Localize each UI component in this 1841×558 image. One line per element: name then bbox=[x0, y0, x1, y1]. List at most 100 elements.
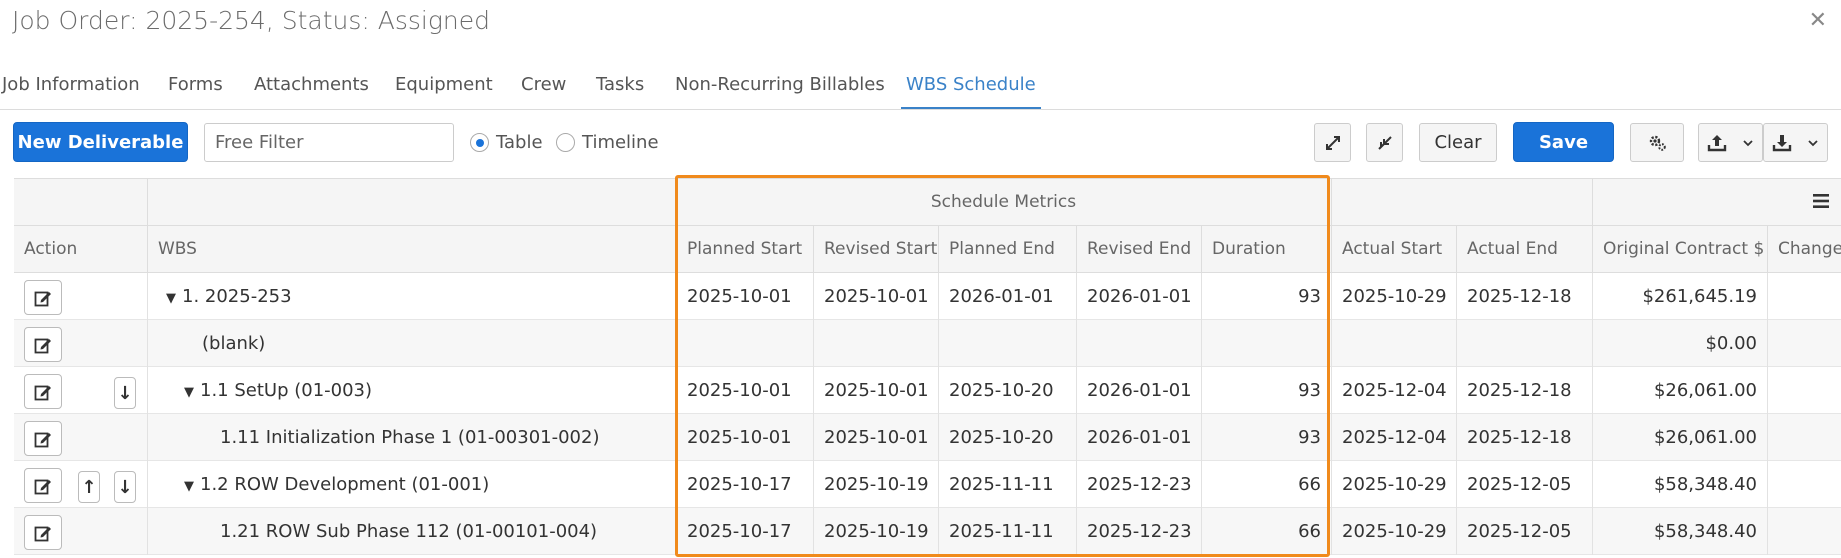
duration-cell: 93 bbox=[1201, 414, 1331, 461]
expand-all-button[interactable] bbox=[1314, 123, 1351, 162]
contract-cell: $58,348.40 bbox=[1592, 461, 1767, 508]
toolbar: New Deliverable Table Timeline Clear Sav… bbox=[0, 122, 1841, 166]
column-header-row: Action WBS Planned Start Revised Start P… bbox=[14, 226, 1841, 273]
actual-end-cell: 2025-12-05 bbox=[1456, 508, 1592, 555]
planned-end-cell: 2025-11-11 bbox=[938, 461, 1076, 508]
table-row: ↑ ↓ ▼ 1.2 ROW Development (01-001) 2025-1… bbox=[14, 461, 1841, 508]
column-header-wbs[interactable]: WBS bbox=[147, 226, 676, 273]
column-header-actual-start[interactable]: Actual Start bbox=[1331, 226, 1456, 273]
changes-cell bbox=[1767, 320, 1841, 367]
save-button[interactable]: Save bbox=[1513, 122, 1614, 162]
wbs-name: (blank) bbox=[147, 320, 676, 367]
column-header-original-contract[interactable]: Original Contract $ bbox=[1592, 226, 1767, 273]
download-icon bbox=[1772, 134, 1791, 151]
collapse-icon bbox=[1377, 135, 1392, 150]
column-header-action[interactable]: Action bbox=[14, 226, 147, 273]
revised-start-cell: 2025-10-19 bbox=[813, 461, 938, 508]
column-header-planned-end[interactable]: Planned End bbox=[938, 226, 1076, 273]
contract-cell: $261,645.19 bbox=[1592, 273, 1767, 320]
download-menu-button[interactable] bbox=[1763, 123, 1828, 162]
changes-cell bbox=[1767, 367, 1841, 414]
changes-cell bbox=[1767, 414, 1841, 461]
contract-cell: $26,061.00 bbox=[1592, 414, 1767, 461]
planned-end-cell bbox=[938, 320, 1076, 367]
planned-end-cell: 2025-11-11 bbox=[938, 508, 1076, 555]
planned-end-cell: 2025-10-20 bbox=[938, 414, 1076, 461]
changes-cell bbox=[1767, 273, 1841, 320]
tab-forms[interactable]: Forms bbox=[168, 68, 223, 109]
edit-button[interactable] bbox=[24, 374, 62, 409]
edit-icon bbox=[34, 432, 51, 447]
edit-button[interactable] bbox=[24, 327, 62, 362]
actual-start-cell: 2025-12-04 bbox=[1331, 367, 1456, 414]
actual-end-cell: 2025-12-18 bbox=[1456, 414, 1592, 461]
contract-cell: $58,348.40 bbox=[1592, 508, 1767, 555]
revised-start-cell: 2025-10-01 bbox=[813, 273, 938, 320]
chevron-down-icon bbox=[1808, 139, 1818, 146]
edit-button[interactable] bbox=[24, 280, 62, 315]
revised-end-cell: 2025-12-23 bbox=[1076, 508, 1201, 555]
tab-tasks[interactable]: Tasks bbox=[596, 68, 644, 109]
table-row: 1.21 ROW Sub Phase 112 (01-00101-004) 20… bbox=[14, 508, 1841, 555]
actual-start-cell: 2025-10-29 bbox=[1331, 273, 1456, 320]
edit-button[interactable] bbox=[24, 515, 62, 550]
close-icon[interactable]: ✕ bbox=[1809, 8, 1827, 33]
planned-start-cell: 2025-10-17 bbox=[676, 461, 813, 508]
column-header-duration[interactable]: Duration bbox=[1201, 226, 1331, 273]
duration-cell: 66 bbox=[1201, 508, 1331, 555]
tab-attachments[interactable]: Attachments bbox=[254, 68, 369, 109]
upload-icon bbox=[1707, 134, 1726, 151]
revised-end-cell: 2026-01-01 bbox=[1076, 367, 1201, 414]
edit-button[interactable] bbox=[24, 468, 62, 503]
collapse-caret-icon[interactable]: ▼ bbox=[184, 369, 194, 414]
group-header-row: Schedule Metrics bbox=[14, 179, 1841, 226]
view-timeline-radio[interactable]: Timeline bbox=[556, 132, 659, 153]
settings-button[interactable] bbox=[1630, 123, 1684, 162]
wbs-name: 1.21 ROW Sub Phase 112 (01-00101-004) bbox=[147, 508, 676, 555]
move-up-button[interactable]: ↑ bbox=[78, 471, 100, 503]
tab-non-recurring-billables[interactable]: Non-Recurring Billables bbox=[675, 68, 885, 109]
view-timeline-label: Timeline bbox=[582, 132, 659, 153]
view-table-radio[interactable]: Table bbox=[470, 132, 543, 153]
actual-start-cell bbox=[1331, 320, 1456, 367]
wbs-name: 1. 2025-253 bbox=[182, 286, 292, 307]
window-title: Job Order: 2025-254, Status: Assigned bbox=[12, 6, 490, 35]
revised-start-cell bbox=[813, 320, 938, 367]
duration-cell bbox=[1201, 320, 1331, 367]
edit-button[interactable] bbox=[24, 421, 62, 456]
actual-start-cell: 2025-12-04 bbox=[1331, 414, 1456, 461]
radio-selected-icon bbox=[470, 133, 489, 152]
table-row: ↓ ▼ 1.1 SetUp (01-003) 2025-10-01 2025-10… bbox=[14, 367, 1841, 414]
planned-start-cell: 2025-10-01 bbox=[676, 273, 813, 320]
tab-job-information[interactable]: Job Information bbox=[2, 68, 140, 109]
planned-end-cell: 2025-10-20 bbox=[938, 367, 1076, 414]
collapse-all-button[interactable] bbox=[1366, 123, 1403, 162]
duration-cell: 93 bbox=[1201, 273, 1331, 320]
column-header-planned-start[interactable]: Planned Start bbox=[676, 226, 813, 273]
upload-menu-button[interactable] bbox=[1698, 123, 1763, 162]
column-header-revised-end[interactable]: Revised End bbox=[1076, 226, 1201, 273]
edit-icon bbox=[34, 338, 51, 353]
wbs-name: 1.11 Initialization Phase 1 (01-00301-00… bbox=[147, 414, 676, 461]
column-header-revised-start[interactable]: Revised Start bbox=[813, 226, 938, 273]
move-down-button[interactable]: ↓ bbox=[114, 377, 136, 409]
planned-start-cell bbox=[676, 320, 813, 367]
new-deliverable-button[interactable]: New Deliverable bbox=[13, 122, 188, 162]
wbs-name: 1.2 ROW Development (01-001) bbox=[200, 474, 490, 495]
schedule-metrics-group-header: Schedule Metrics bbox=[930, 192, 1077, 212]
edit-icon bbox=[34, 385, 51, 400]
tab-wbs-schedule[interactable]: WBS Schedule bbox=[901, 68, 1041, 109]
column-menu-icon[interactable] bbox=[1811, 191, 1831, 211]
collapse-caret-icon[interactable]: ▼ bbox=[184, 463, 194, 508]
tab-equipment[interactable]: Equipment bbox=[395, 68, 493, 109]
free-filter-input[interactable] bbox=[204, 123, 454, 162]
column-header-actual-end[interactable]: Actual End bbox=[1456, 226, 1592, 273]
clear-button[interactable]: Clear bbox=[1419, 123, 1497, 162]
actual-start-cell: 2025-10-29 bbox=[1331, 508, 1456, 555]
revised-start-cell: 2025-10-01 bbox=[813, 367, 938, 414]
column-header-changes[interactable]: Changes bbox=[1767, 226, 1841, 273]
move-down-button[interactable]: ↓ bbox=[114, 471, 136, 503]
tab-crew[interactable]: Crew bbox=[521, 68, 566, 109]
collapse-caret-icon[interactable]: ▼ bbox=[166, 275, 176, 320]
planned-start-cell: 2025-10-01 bbox=[676, 367, 813, 414]
